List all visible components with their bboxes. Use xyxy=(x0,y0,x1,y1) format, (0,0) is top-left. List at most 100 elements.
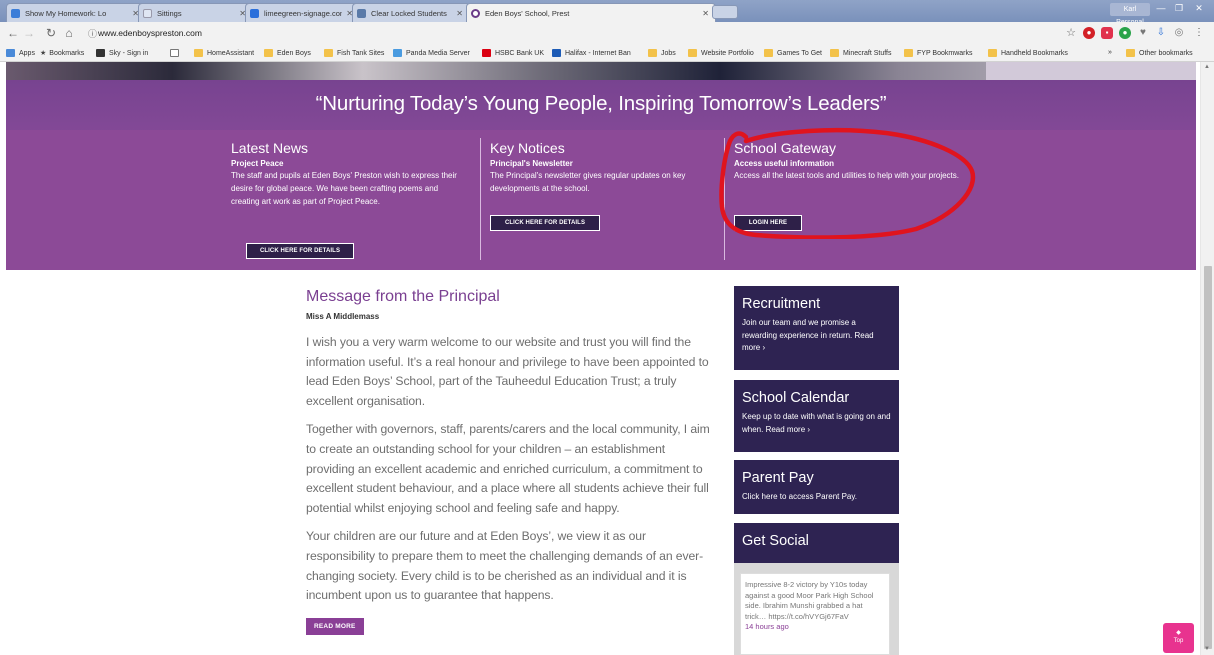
scrollbar-thumb[interactable] xyxy=(1204,266,1212,649)
close-window-icon[interactable]: ✕ xyxy=(1190,2,1208,15)
key-notices: Key Notices Principal's Newsletter The P… xyxy=(490,140,720,196)
folder-icon xyxy=(688,49,697,57)
location-icon[interactable]: ♥ xyxy=(1137,27,1149,39)
download-icon[interactable]: ⇩ xyxy=(1155,27,1167,39)
browser-toolbar: ← → ↻ ⌂ ⓘ www.edenboyspreston.com ☆ ● ▪ … xyxy=(0,22,1214,46)
close-icon[interactable]: ✕ xyxy=(702,9,709,18)
pocket-icon[interactable]: ▪ xyxy=(1101,27,1113,39)
home-icon[interactable]: ⌂ xyxy=(62,26,76,41)
panda-icon xyxy=(393,49,402,57)
tweet-time: 14 hours ago xyxy=(745,622,789,632)
bookmark-other[interactable]: Other bookmarks xyxy=(1126,49,1193,57)
scroll-up-icon[interactable]: ▲ xyxy=(1204,64,1210,70)
school-calendar-body: Keep up to date with what is going on an… xyxy=(742,412,891,434)
notices-details-button[interactable]: CLICK HERE FOR DETAILS xyxy=(490,215,600,231)
bookmark-eden-boys[interactable]: Eden Boys xyxy=(264,49,311,57)
folder-icon xyxy=(764,49,773,57)
camera-icon[interactable]: ◎ xyxy=(1173,27,1185,39)
tweet-text: Impressive 8-2 victory by Y10s today aga… xyxy=(745,580,874,621)
folder-icon xyxy=(1126,49,1135,57)
folder-icon xyxy=(648,49,657,57)
tab-limeegreen[interactable]: limeegreen-signage.com ✕ xyxy=(245,3,360,22)
news-details-button[interactable]: CLICK HERE FOR DETAILS xyxy=(246,243,354,259)
folder-icon xyxy=(194,49,203,57)
latest-news-title: Latest News xyxy=(231,140,309,156)
reload-icon[interactable]: ↻ xyxy=(44,26,58,41)
bookmark-bookmarks[interactable]: ★ Bookmarks xyxy=(40,49,84,58)
close-icon[interactable]: ✕ xyxy=(456,9,463,18)
bookmark-hsbc[interactable]: HSBC Bank UK xyxy=(482,49,544,57)
feature-band: Latest News Project Peace The staff and … xyxy=(6,130,1196,270)
extension-icon[interactable]: ● xyxy=(1119,27,1131,39)
decorative-letters: ʌ ı ɔ ı ıı xyxy=(1024,62,1085,80)
new-tab-button[interactable] xyxy=(712,5,738,19)
bookmark-fyp[interactable]: FYP Bookmwarks xyxy=(904,49,973,57)
folder-icon xyxy=(830,49,839,57)
loading-favicon-icon xyxy=(471,8,480,18)
bookmark-apps[interactable]: Apps xyxy=(6,49,35,57)
bookmark-homeassistant[interactable]: HomeAssistant xyxy=(194,49,254,57)
menu-icon[interactable]: ⋮ xyxy=(1193,27,1205,39)
minimize-icon[interactable]: — xyxy=(1152,2,1170,15)
address-bar[interactable]: ⓘ www.edenboyspreston.com xyxy=(82,25,1062,43)
latest-news-body: The staff and pupils at Eden Boys' Prest… xyxy=(231,171,457,206)
tweet-card[interactable]: Impressive 8-2 victory by Y10s today aga… xyxy=(740,573,890,655)
recruitment-body: Join our team and we promise a rewarding… xyxy=(742,318,874,352)
bookmark-halifax[interactable]: Halifax - Internet Ban xyxy=(552,49,631,57)
tab-show-my-homework[interactable]: Show My Homework: Lo ✕ xyxy=(6,3,146,22)
bookmark-website-portfolio[interactable]: Website Portfolio xyxy=(688,49,754,57)
star-icon: ★ xyxy=(40,50,47,57)
tab-clear-locked-students[interactable]: Clear Locked Students ✕ xyxy=(352,3,470,22)
principal-paragraph: I wish you a very warm welcome to our we… xyxy=(306,335,709,408)
folder-icon xyxy=(988,49,997,57)
web-page: ʌ ı ɔ ı ıı “Nurturing Today’s Young Peop… xyxy=(0,62,1214,655)
read-more-button[interactable]: READ MORE xyxy=(306,617,364,635)
adblock-icon[interactable]: ● xyxy=(1083,27,1095,39)
folder-icon xyxy=(324,49,333,57)
bookmark-panda[interactable]: Panda Media Server xyxy=(393,49,470,57)
halifax-icon xyxy=(552,49,561,57)
bookmark-blank[interactable] xyxy=(170,49,183,57)
latest-news-subtitle: Project Peace xyxy=(231,159,284,168)
latest-news: Latest News Project Peace The staff and … xyxy=(231,140,461,208)
sky-icon xyxy=(96,49,105,57)
key-notices-subtitle: Principal's Newsletter xyxy=(490,159,573,168)
browser-tab-strip: Show My Homework: Lo ✕ Sittings ✕ limeegre… xyxy=(0,0,1214,26)
bookmark-jobs[interactable]: Jobs xyxy=(648,49,676,57)
bookmark-star-icon[interactable]: ☆ xyxy=(1065,27,1077,39)
back-icon[interactable]: ← xyxy=(6,26,20,41)
hero-photo: ʌ ı ɔ ı ıı xyxy=(6,62,1196,80)
red-annotation-circle xyxy=(719,127,976,239)
hero-banner: ʌ ı ɔ ı ıı “Nurturing Today’s Young Peop… xyxy=(6,62,1196,270)
column-divider xyxy=(480,138,481,260)
recruitment-box[interactable]: Recruitment Join our team and we promise… xyxy=(734,286,899,370)
bookmarks-bar: Apps ★ Bookmarks Sky - Sign in HomeAssist… xyxy=(0,46,1214,62)
school-calendar-box[interactable]: School Calendar Keep up to date with wha… xyxy=(734,380,899,452)
tab-sittings[interactable]: Sittings ✕ xyxy=(138,3,253,22)
school-calendar-title: School Calendar xyxy=(742,390,850,406)
info-icon[interactable]: ⓘ xyxy=(88,27,97,40)
hsbc-icon xyxy=(482,49,491,57)
bookmark-handheld[interactable]: Handheld Bookmarks xyxy=(988,49,1068,57)
profile-button[interactable]: Karl Personal xyxy=(1110,3,1150,26)
bookmark-fish-tank[interactable]: Fish Tank Sites xyxy=(324,49,384,57)
forward-icon[interactable]: → xyxy=(22,26,36,41)
folder-icon xyxy=(264,49,273,57)
play-favicon-icon xyxy=(250,8,259,18)
bookmark-minecraft[interactable]: Minecraft Stuffs xyxy=(830,49,892,57)
scroll-down-icon[interactable]: ▼ xyxy=(1204,646,1210,652)
parent-pay-box[interactable]: Parent Pay Click here to access Parent P… xyxy=(734,460,899,514)
homework-favicon-icon xyxy=(11,8,20,18)
maximize-icon[interactable]: ❐ xyxy=(1170,2,1188,15)
page-favicon-icon xyxy=(143,8,152,18)
arrow-up-icon: ◆ xyxy=(1176,630,1181,636)
tab-eden-boys[interactable]: Eden Boys' School, Prest ✕ xyxy=(466,3,716,22)
back-to-top-button[interactable]: ◆ Top xyxy=(1163,623,1194,653)
bookmark-sky[interactable]: Sky - Sign in xyxy=(96,49,148,57)
key-notices-title: Key Notices xyxy=(490,140,565,156)
bookmark-games[interactable]: Games To Get xyxy=(764,49,822,57)
bookmarks-overflow[interactable]: » xyxy=(1108,49,1112,56)
get-social-title: Get Social xyxy=(742,533,809,549)
back-to-top-label: Top xyxy=(1173,638,1184,644)
page-scrollbar[interactable]: ▲ ▼ xyxy=(1200,62,1214,655)
